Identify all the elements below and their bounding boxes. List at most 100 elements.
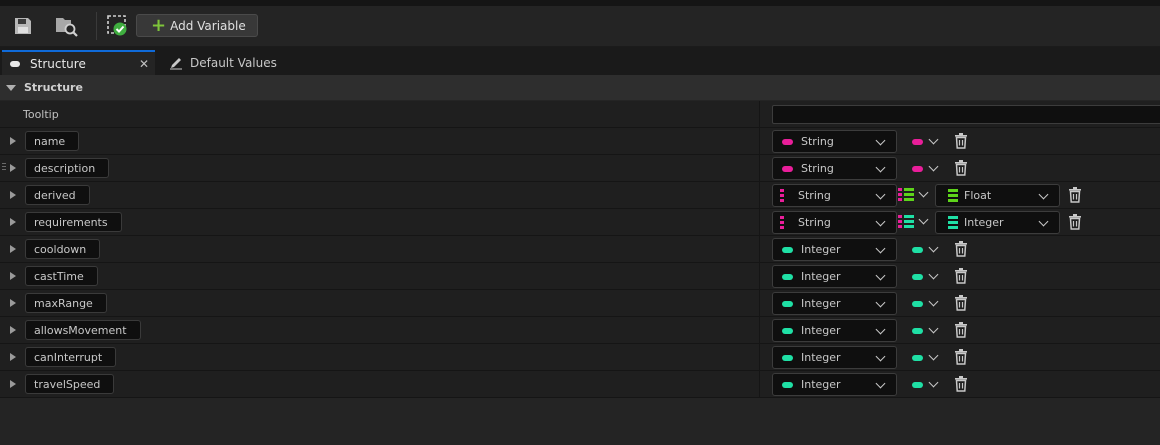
container-type-selector[interactable] bbox=[912, 242, 942, 256]
column-splitter[interactable] bbox=[759, 317, 760, 343]
type-dropdown[interactable]: Integer bbox=[772, 238, 897, 261]
type-dropdown[interactable]: Integer bbox=[772, 319, 897, 342]
container-type-selector[interactable] bbox=[898, 214, 932, 229]
tooltip-input[interactable] bbox=[772, 105, 1160, 124]
expand-arrow-icon[interactable] bbox=[10, 164, 16, 172]
type-label: Integer bbox=[801, 324, 841, 337]
delete-trash-icon[interactable] bbox=[954, 322, 968, 338]
compile-check-icon[interactable] bbox=[106, 14, 130, 38]
type-dropdown[interactable]: String bbox=[772, 130, 897, 153]
delete-trash-icon[interactable] bbox=[954, 160, 968, 176]
container-type-selector[interactable] bbox=[898, 187, 932, 202]
tab-default-values[interactable]: Default Values bbox=[165, 50, 285, 75]
close-icon[interactable]: ✕ bbox=[139, 57, 149, 71]
variable-name-field[interactable]: castTime bbox=[25, 266, 98, 286]
value-type-dropdown[interactable]: Integer bbox=[935, 211, 1060, 234]
type-dropdown[interactable]: Integer bbox=[772, 373, 897, 396]
structure-tab-icon bbox=[10, 60, 20, 67]
save-icon[interactable] bbox=[11, 14, 35, 38]
expand-arrow-icon[interactable] bbox=[10, 380, 16, 388]
container-type-selector[interactable] bbox=[912, 350, 942, 364]
expand-arrow-icon[interactable] bbox=[10, 353, 16, 361]
column-splitter[interactable] bbox=[759, 290, 760, 316]
variable-row: cooldown Integer bbox=[0, 236, 1160, 263]
delete-trash-icon[interactable] bbox=[954, 349, 968, 365]
delete-trash-icon[interactable] bbox=[1068, 187, 1082, 203]
variable-row: canInterrupt Integer bbox=[0, 344, 1160, 371]
container-type-selector[interactable] bbox=[912, 296, 942, 310]
container-type-selector[interactable] bbox=[912, 377, 942, 391]
chevron-down-icon bbox=[928, 134, 939, 145]
tab-structure[interactable]: Structure ✕ bbox=[2, 50, 155, 75]
expand-arrow-icon[interactable] bbox=[10, 137, 16, 145]
column-splitter[interactable] bbox=[759, 236, 760, 262]
delete-trash-icon[interactable] bbox=[1068, 214, 1082, 230]
chevron-down-icon bbox=[875, 216, 886, 227]
delete-trash-icon[interactable] bbox=[954, 241, 968, 257]
tab-default-values-label: Default Values bbox=[190, 55, 277, 70]
type-dropdown[interactable]: String bbox=[772, 184, 897, 207]
variable-name-field[interactable]: name bbox=[25, 131, 80, 151]
type-dropdown[interactable]: Integer bbox=[772, 292, 897, 315]
expand-arrow-icon[interactable] bbox=[10, 326, 16, 334]
type-dropdown[interactable]: Integer bbox=[772, 265, 897, 288]
tab-bar: Structure ✕ Default Values bbox=[0, 47, 1160, 75]
container-type-selector[interactable] bbox=[912, 134, 942, 148]
container-type-selector[interactable] bbox=[912, 323, 942, 337]
variable-name-field[interactable]: maxRange bbox=[25, 293, 107, 313]
browse-folder-icon[interactable] bbox=[55, 14, 79, 38]
delete-trash-icon[interactable] bbox=[954, 268, 968, 284]
single-container-icon bbox=[912, 247, 923, 253]
chevron-down-icon bbox=[928, 377, 939, 388]
collapse-caret-icon bbox=[6, 84, 16, 91]
column-splitter[interactable] bbox=[759, 209, 760, 235]
type-pin-icon bbox=[782, 273, 793, 280]
expand-arrow-icon[interactable] bbox=[10, 299, 16, 307]
type-dropdown[interactable]: String bbox=[772, 157, 897, 180]
type-dropdown[interactable]: String bbox=[772, 211, 897, 234]
variable-name-field[interactable]: allowsMovement bbox=[25, 320, 141, 340]
expand-arrow-icon[interactable] bbox=[10, 245, 16, 253]
chevron-down-icon bbox=[1038, 189, 1049, 200]
column-splitter[interactable] bbox=[759, 371, 760, 397]
plus-icon: + bbox=[151, 14, 167, 36]
delete-trash-icon[interactable] bbox=[954, 295, 968, 311]
value-type-label: Float bbox=[964, 189, 992, 202]
expand-arrow-icon[interactable] bbox=[10, 191, 16, 199]
chevron-down-icon bbox=[875, 135, 886, 146]
column-splitter[interactable] bbox=[759, 101, 760, 127]
column-splitter[interactable] bbox=[759, 182, 760, 208]
variable-name-field[interactable]: canInterrupt bbox=[25, 347, 117, 367]
single-container-icon bbox=[912, 382, 923, 388]
column-splitter[interactable] bbox=[759, 344, 760, 370]
variable-name-field[interactable]: description bbox=[25, 158, 110, 178]
type-pin-icon bbox=[782, 327, 793, 334]
container-type-selector[interactable] bbox=[912, 161, 942, 175]
chevron-down-icon bbox=[1038, 216, 1049, 227]
type-dropdown[interactable]: Integer bbox=[772, 346, 897, 369]
structure-section-header[interactable]: Structure bbox=[0, 75, 1160, 100]
add-variable-button[interactable]: + Add Variable bbox=[136, 14, 258, 37]
column-splitter[interactable] bbox=[759, 128, 760, 154]
edit-pencil-icon bbox=[170, 57, 182, 69]
tab-structure-label: Structure bbox=[30, 56, 86, 71]
chevron-down-icon bbox=[928, 296, 939, 307]
container-type-selector[interactable] bbox=[912, 269, 942, 283]
column-splitter[interactable] bbox=[759, 155, 760, 181]
value-type-label: Integer bbox=[964, 216, 1004, 229]
variable-name-field[interactable]: cooldown bbox=[25, 239, 101, 259]
expand-arrow-icon[interactable] bbox=[10, 272, 16, 280]
variable-name-field[interactable]: requirements bbox=[25, 212, 122, 232]
variable-name-field[interactable]: travelSpeed bbox=[25, 374, 115, 394]
variable-name-field[interactable]: derived bbox=[25, 185, 90, 205]
delete-trash-icon[interactable] bbox=[954, 133, 968, 149]
expand-arrow-icon[interactable] bbox=[10, 218, 16, 226]
delete-trash-icon[interactable] bbox=[954, 376, 968, 392]
chevron-down-icon bbox=[928, 161, 939, 172]
column-splitter[interactable] bbox=[759, 263, 760, 289]
chevron-down-icon bbox=[875, 378, 886, 389]
drag-handle-icon[interactable] bbox=[2, 163, 6, 174]
value-type-dropdown[interactable]: Float bbox=[935, 184, 1060, 207]
variable-row: travelSpeed Integer bbox=[0, 371, 1160, 398]
chevron-down-icon bbox=[875, 324, 886, 335]
